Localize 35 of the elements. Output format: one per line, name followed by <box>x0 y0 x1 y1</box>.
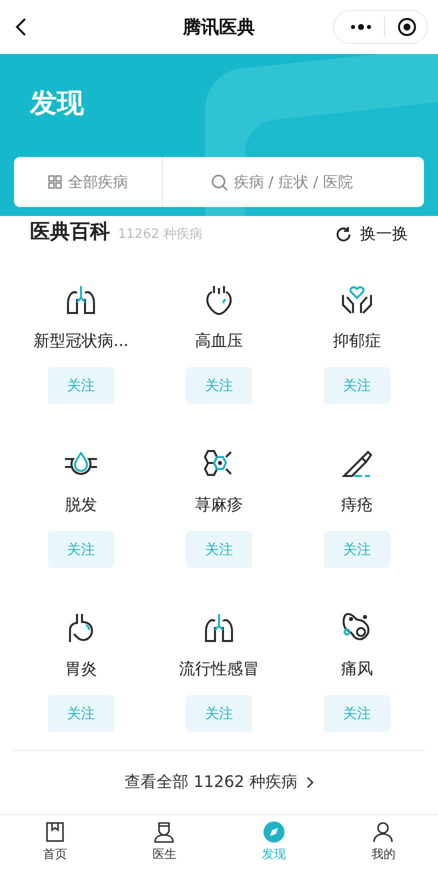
refresh-icon <box>335 226 352 242</box>
tab[interactable]: 医生 <box>110 815 219 865</box>
view-all-link[interactable]: 查看全部 11262 种疾病 <box>124 772 314 793</box>
section-title: 医典百科 <box>30 218 110 245</box>
disease-name[interactable]: 痛风 <box>341 658 373 680</box>
back-icon <box>14 17 28 37</box>
page-heading: 发现 <box>30 87 84 121</box>
disease-name[interactable]: 胃炎 <box>65 658 97 680</box>
disease-name[interactable]: 流行性感冒 <box>179 658 259 680</box>
search-field[interactable]: 疾病 / 症状 / 医院 <box>234 173 376 191</box>
all-diseases-button[interactable]: 全部疾病 <box>14 157 163 207</box>
compass-icon <box>262 821 285 843</box>
disease-name[interactable]: 抑郁症 <box>333 330 381 352</box>
target-icon <box>397 17 417 37</box>
doctor-icon <box>153 821 176 843</box>
tab[interactable]: 首页 <box>0 815 110 865</box>
search-icon <box>210 174 228 190</box>
disease-name[interactable]: 新型冠状病... <box>33 330 129 352</box>
chevron-right-icon <box>306 776 314 789</box>
disease-name[interactable]: 高血压 <box>195 330 243 352</box>
lungs-icon <box>202 611 236 645</box>
grid-icon <box>48 175 62 189</box>
disease-name[interactable]: 痔疮 <box>341 494 373 516</box>
disease-name[interactable]: 荨麻疹 <box>195 494 243 516</box>
close-button[interactable] <box>397 17 417 37</box>
page-title: 腾讯医典 <box>183 17 255 38</box>
disease-name[interactable]: 脱发 <box>65 494 97 516</box>
refresh-button[interactable]: 换一换 <box>335 224 408 244</box>
tab[interactable]: 我的 <box>328 815 438 865</box>
lungs-icon <box>64 283 98 317</box>
disease-count: 11262 种疾病 <box>118 226 202 243</box>
person-icon <box>372 821 394 843</box>
more-button[interactable] <box>350 23 372 31</box>
book-icon <box>44 821 66 843</box>
more-icon <box>350 23 372 31</box>
